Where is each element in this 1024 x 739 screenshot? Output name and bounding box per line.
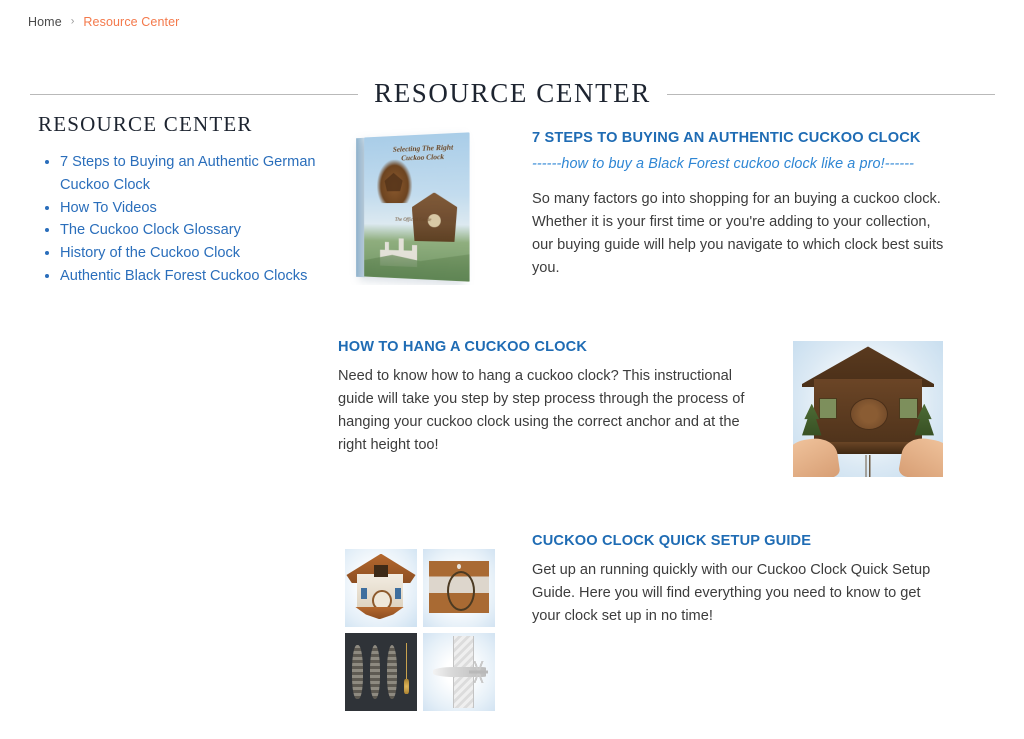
section-1-heading[interactable]: 7 STEPS TO BUYING AN AUTHENTIC CUCKOO CL… [532, 130, 950, 146]
book-cover-subtitle: The Official Guide [394, 218, 432, 224]
section-2-image[interactable] [793, 341, 943, 477]
sidebar-title: RESOURCE CENTER [38, 112, 253, 136]
section-1-subtitle: ------how to buy a Black Forest cuckoo c… [532, 156, 915, 172]
page-title: RESOURCE CENTER [374, 78, 651, 109]
section-2-body: Need to know how to hang a cuckoo clock?… [338, 368, 745, 453]
title-rule-right [666, 94, 995, 96]
list-item: Authentic Black Forest Cuckoo Clocks [60, 265, 328, 288]
anchor-wings-icon [469, 661, 488, 683]
sidebar-item-7-steps[interactable]: 7 Steps to Buying an Authentic German Cu… [60, 154, 316, 193]
list-item: 7 Steps to Buying an Authentic German Cu… [60, 151, 328, 197]
title-rule-left [30, 94, 359, 96]
chalet-clock-icon [412, 192, 457, 242]
section-3-heading[interactable]: CUCKOO CLOCK QUICK SETUP GUIDE [532, 533, 942, 549]
book-front-cover: Selecting The Right Cuckoo Clock The Off… [364, 132, 470, 282]
sidebar-item-history[interactable]: History of the Cuckoo Clock [60, 245, 240, 261]
book-cover-illustration: Selecting The Right Cuckoo Clock The Off… [340, 127, 490, 285]
breadcrumb: Home › Resource Center [28, 15, 179, 29]
section-7-steps: 7 STEPS TO BUYING AN AUTHENTIC CUCKOO CL… [532, 130, 950, 280]
pinecone-weight-icon [369, 645, 381, 699]
breadcrumb-home-link[interactable]: Home [28, 15, 62, 29]
sidebar-item-black-forest[interactable]: Authentic Black Forest Cuckoo Clocks [60, 268, 307, 284]
chevron-right-icon: › [70, 15, 75, 27]
breadcrumb-current: Resource Center [83, 15, 180, 29]
list-item: History of the Cuckoo Clock [60, 242, 328, 265]
pinecone-weight-icon [352, 645, 364, 699]
clock-window-right [899, 398, 918, 420]
section-2-heading[interactable]: HOW TO HANG A CUCKOO CLOCK [338, 339, 750, 355]
hands-holding-clock-photo [793, 341, 943, 477]
clock-window-left [818, 398, 837, 420]
cuckoo-clock-icon [377, 159, 412, 203]
collage-cell-back-panel [423, 549, 495, 627]
shutter-right [394, 588, 402, 599]
section-3-image[interactable] [345, 549, 495, 711]
pinecone-weight-icon [386, 645, 398, 699]
back-panel-icon [428, 561, 490, 613]
collage-cell-clock [345, 549, 417, 627]
section-1-image[interactable]: Selecting The Right Cuckoo Clock The Off… [340, 127, 490, 285]
section-quick-setup: CUCKOO CLOCK QUICK SETUP GUIDE Get up an… [532, 533, 942, 628]
list-item: How To Videos [60, 197, 328, 220]
pendulum-icon [404, 642, 410, 702]
clock-dial [850, 398, 888, 431]
clock-chains [862, 455, 874, 477]
section-1-body: So many factors go into shopping for an … [532, 191, 944, 276]
book-cover-title: Selecting The Right Cuckoo Clock [392, 141, 454, 163]
weights-group [349, 639, 412, 705]
section-3-body: Get up an running quickly with our Cucko… [532, 562, 931, 624]
section-how-to-hang: HOW TO HANG A CUCKOO CLOCK Need to know … [338, 339, 750, 457]
collage-cell-weights [345, 633, 417, 711]
sidebar-item-how-to-videos[interactable]: How To Videos [60, 200, 157, 216]
cuckoo-door [373, 564, 389, 578]
sidebar: RESOURCE CENTER 7 Steps to Buying an Aut… [38, 112, 328, 288]
clock-base [355, 606, 405, 620]
sidebar-item-glossary[interactable]: The Cuckoo Clock Glossary [60, 222, 241, 238]
collage-cell-anchor [423, 633, 495, 711]
sidebar-link-list: 7 Steps to Buying an Authentic German Cu… [38, 151, 328, 288]
list-item: The Cuckoo Clock Glossary [60, 219, 328, 242]
setup-guide-collage [345, 549, 495, 711]
shutter-left [360, 588, 368, 599]
